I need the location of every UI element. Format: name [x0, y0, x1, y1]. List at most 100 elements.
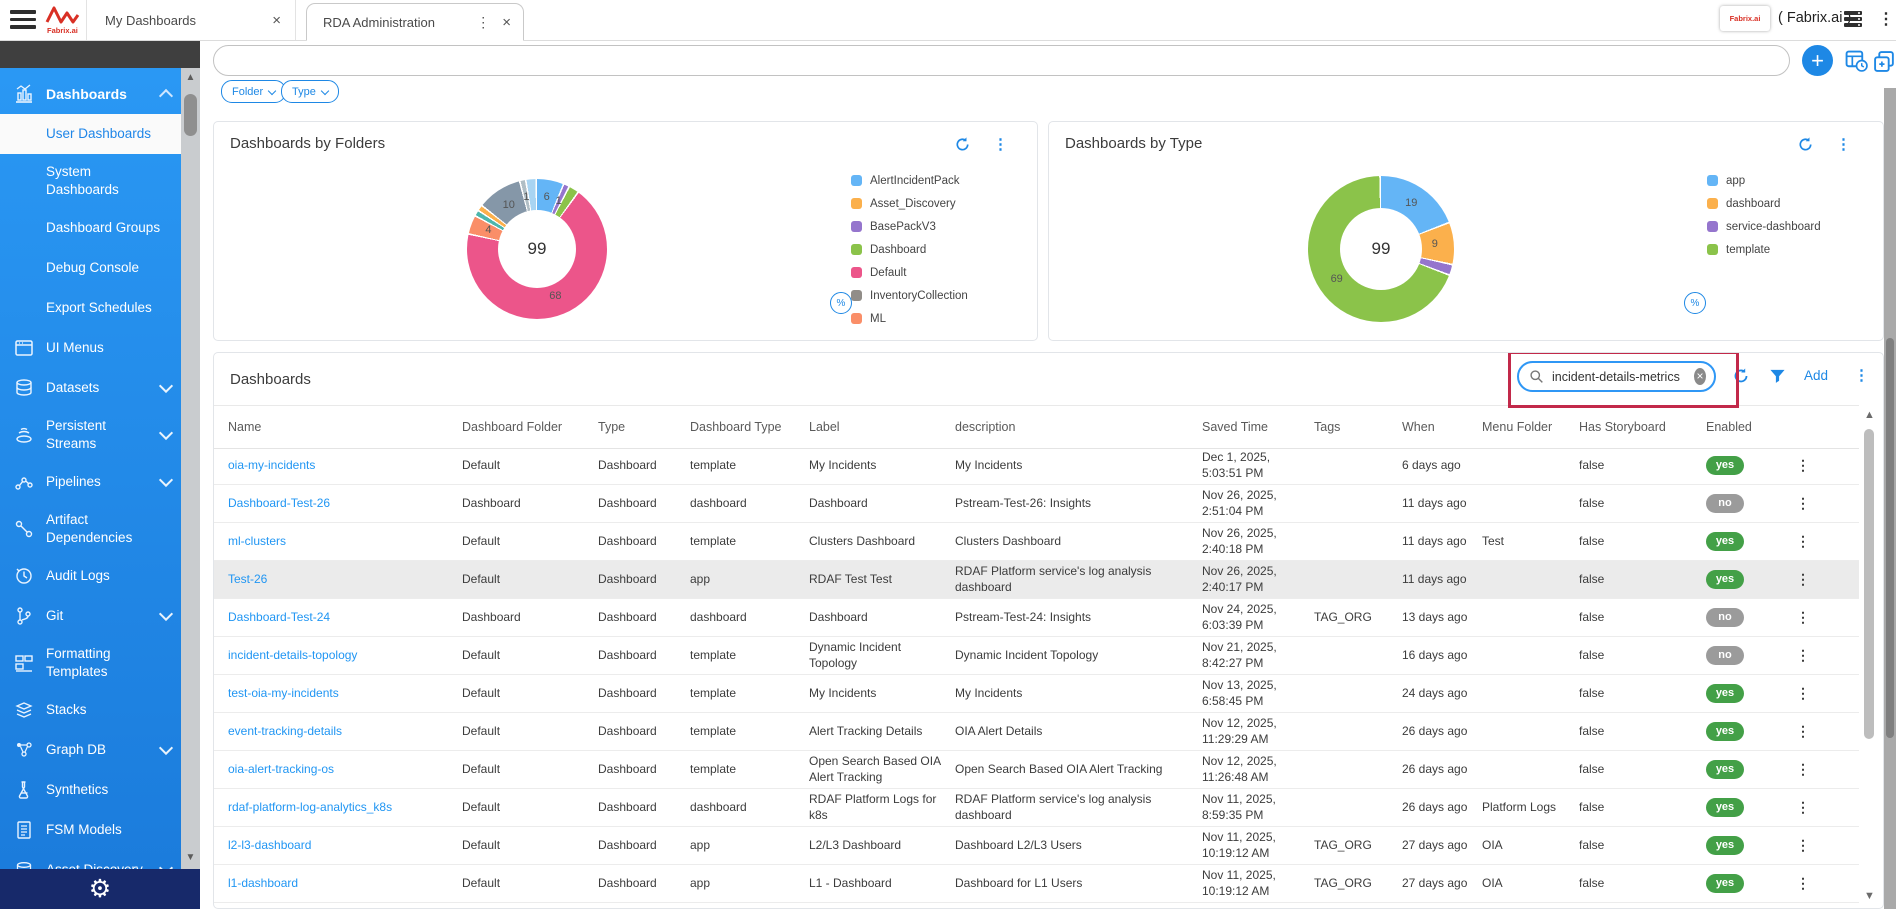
donut-chart-folders[interactable]: 99 61684101	[467, 179, 607, 319]
legend-item[interactable]: service-dashboard	[1707, 221, 1821, 232]
sidebar-item-asset-discovery[interactable]: Asset Discovery	[0, 850, 181, 869]
close-icon[interactable]: ×	[272, 12, 281, 29]
row-kebab-icon[interactable]: ⋮	[1790, 494, 1810, 512]
legend-item[interactable]: app	[1707, 175, 1821, 186]
dashboard-name-link[interactable]: rdaf-platform-log-analytics_k8s	[228, 800, 392, 816]
dashboards-search-input[interactable]	[1550, 369, 1692, 385]
scroll-up-icon[interactable]: ▲	[1864, 409, 1875, 421]
sidebar-item-dashboard-groups[interactable]: Dashboard Groups	[0, 208, 181, 248]
row-kebab-icon[interactable]: ⋮	[1790, 684, 1810, 702]
global-search-input[interactable]	[213, 45, 1790, 76]
refresh-icon[interactable]	[1732, 367, 1750, 385]
row-kebab-icon[interactable]: ⋮	[1790, 570, 1810, 588]
sidebar-item-export-schedules[interactable]: Export Schedules	[0, 288, 181, 328]
window-scrollbar[interactable]	[1884, 88, 1896, 909]
sidebar-item-dashboards[interactable]: Dashboards	[0, 74, 181, 114]
row-kebab-icon[interactable]: ⋮	[1790, 722, 1810, 740]
sidebar-item-graph-db[interactable]: Graph DB	[0, 730, 181, 770]
dashboard-name-link[interactable]: Test-26	[228, 572, 267, 588]
percent-toggle-button[interactable]: %	[1684, 292, 1706, 314]
sidebar-item-system-dashboards[interactable]: System Dashboards	[0, 154, 181, 208]
scroll-up-icon[interactable]: ▲	[181, 72, 200, 83]
dashboard-name-link[interactable]: Dashboard-Test-26	[228, 496, 330, 512]
table-row[interactable]: Test-26DefaultDashboardappRDAF Test Test…	[214, 561, 1859, 599]
server-stack-icon[interactable]	[1844, 11, 1862, 27]
filter-funnel-icon[interactable]	[1769, 368, 1786, 385]
refresh-icon[interactable]	[1797, 136, 1814, 153]
table-row[interactable]: l1-dashboardDefaultDashboardappL1 - Dash…	[214, 865, 1859, 903]
table-row[interactable]: event-tracking-detailsDefaultDashboardte…	[214, 713, 1859, 751]
dashboard-name-link[interactable]: oia-my-incidents	[228, 458, 315, 474]
legend-item[interactable]: Dashboard	[851, 244, 968, 255]
sidebar-item-git[interactable]: Git	[0, 596, 181, 636]
legend-item[interactable]: ML	[851, 313, 968, 324]
scroll-down-icon[interactable]: ▼	[1864, 890, 1875, 902]
legend-item[interactable]: Asset_Discovery	[851, 198, 968, 209]
dashboard-name-link[interactable]: oia-alert-tracking-os	[228, 762, 334, 778]
sidebar-item-debug-console[interactable]: Debug Console	[0, 248, 181, 288]
table-row[interactable]: test-oia-my-incidentsDefaultDashboardtem…	[214, 675, 1859, 713]
sidebar-item-ui-menus[interactable]: UI Menus	[0, 328, 181, 368]
dashboard-name-link[interactable]: Dashboard-Test-24	[228, 610, 330, 626]
table-row[interactable]: ml-clustersDefaultDashboardtemplateClust…	[214, 523, 1859, 561]
dashboards-search-box[interactable]: ×	[1517, 361, 1716, 392]
row-kebab-icon[interactable]: ⋮	[1790, 836, 1810, 854]
filter-chip-type[interactable]: Type	[281, 80, 339, 103]
kebab-icon[interactable]: ⋮	[1854, 366, 1869, 384]
sidebar-item-audit-logs[interactable]: Audit Logs	[0, 556, 181, 596]
table-row[interactable]: oia-alert-tracking-osDefaultDashboardtem…	[214, 751, 1859, 789]
legend-item[interactable]: template	[1707, 244, 1821, 255]
donut-chart-types[interactable]: 99 19969	[1308, 176, 1454, 322]
row-kebab-icon[interactable]: ⋮	[1790, 646, 1810, 664]
filter-chip-folder[interactable]: Folder	[221, 80, 286, 103]
scrollbar-thumb[interactable]	[184, 94, 197, 136]
sidebar-item-datasets[interactable]: Datasets	[0, 368, 181, 408]
legend-item[interactable]: dashboard	[1707, 198, 1821, 209]
sidebar-item-formatting-templates[interactable]: Formatting Templates	[0, 636, 181, 690]
row-kebab-icon[interactable]: ⋮	[1790, 798, 1810, 816]
row-kebab-icon[interactable]: ⋮	[1790, 456, 1810, 474]
row-kebab-icon[interactable]: ⋮	[1790, 760, 1810, 778]
copy-dashboards-icon[interactable]	[1873, 50, 1896, 73]
tab-rda-administration[interactable]: RDA Administration ⋮ ×	[306, 3, 524, 41]
row-kebab-icon[interactable]: ⋮	[1790, 874, 1810, 892]
legend-item[interactable]: BasePackV3	[851, 221, 968, 232]
percent-toggle-button[interactable]: %	[830, 292, 852, 314]
scrollbar-thumb[interactable]	[1886, 338, 1894, 738]
sidebar-scrollbar[interactable]: ▲ ▼	[181, 68, 200, 869]
refresh-icon[interactable]	[954, 136, 971, 153]
hamburger-menu-icon[interactable]	[10, 10, 36, 30]
scrollbar-thumb[interactable]	[1864, 429, 1874, 739]
row-kebab-icon[interactable]: ⋮	[1790, 608, 1810, 626]
table-row[interactable]: Dashboard-Test-26DashboardDashboarddashb…	[214, 485, 1859, 523]
legend-item[interactable]: Default	[851, 267, 968, 278]
clear-search-icon[interactable]: ×	[1694, 368, 1706, 385]
sidebar-item-artifact-dependencies[interactable]: Artifact Dependencies	[0, 502, 181, 556]
legend-item[interactable]: AlertIncidentPack	[851, 175, 968, 186]
table-row[interactable]: oia-my-incidentsDefaultDashboardtemplate…	[214, 447, 1859, 485]
sidebar-item-user-dashboards[interactable]: User Dashboards	[0, 114, 181, 154]
sidebar-item-fsm-models[interactable]: FSM Models	[0, 810, 181, 850]
dashboard-name-link[interactable]: incident-details-topology	[228, 648, 357, 664]
org-badge[interactable]: Fabrix.ai	[1720, 6, 1770, 31]
dashboard-name-link[interactable]: test-oia-my-incidents	[228, 686, 339, 702]
kebab-icon[interactable]: ⋮	[1878, 9, 1894, 29]
kebab-icon[interactable]: ⋮	[476, 14, 490, 31]
dashboard-name-link[interactable]: l2-l3-dashboard	[228, 838, 311, 854]
dashboard-name-link[interactable]: ml-clusters	[228, 534, 286, 550]
sidebar-item-pipelines[interactable]: Pipelines	[0, 462, 181, 502]
report-schedule-icon[interactable]	[1845, 49, 1868, 72]
table-row[interactable]: rdaf-platform-log-analytics_k8sDefaultDa…	[214, 789, 1859, 827]
dashboard-name-link[interactable]: l1-dashboard	[228, 876, 298, 892]
add-button[interactable]: +	[1802, 45, 1833, 76]
table-row[interactable]: l2-l3-dashboardDefaultDashboardappL2/L3 …	[214, 827, 1859, 865]
row-kebab-icon[interactable]: ⋮	[1790, 532, 1810, 550]
legend-item[interactable]: InventoryCollection	[851, 290, 968, 301]
add-dashboard-button[interactable]: Add	[1804, 368, 1828, 383]
gear-icon[interactable]: ⚙	[89, 877, 111, 902]
scroll-down-icon[interactable]: ▼	[181, 852, 200, 863]
tab-my-dashboards[interactable]: My Dashboards ×	[86, 0, 296, 40]
kebab-icon[interactable]: ⋮	[1836, 135, 1851, 153]
fabrix-logo[interactable]	[44, 3, 84, 37]
table-row[interactable]: incident-details-topologyDefaultDashboar…	[214, 637, 1859, 675]
